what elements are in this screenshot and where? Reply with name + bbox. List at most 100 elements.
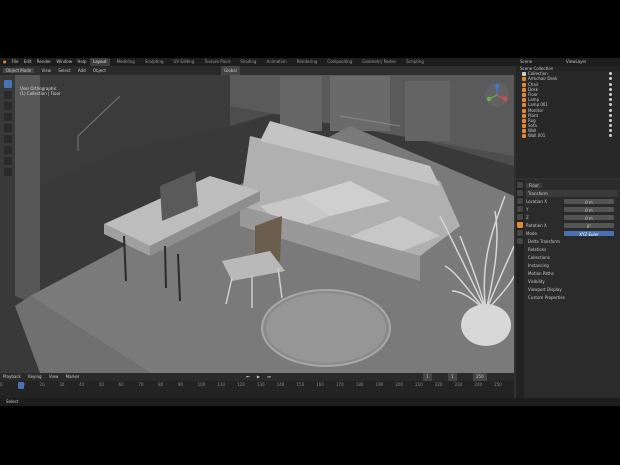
visibility-eye-icon[interactable] — [609, 124, 612, 128]
visibility-eye-icon[interactable] — [609, 103, 612, 107]
scene-selector[interactable]: Scene — [520, 58, 532, 66]
visibility-eye-icon[interactable] — [609, 77, 612, 81]
location-x-field[interactable]: 0 m — [564, 199, 614, 205]
visibility-eye-icon[interactable] — [609, 118, 612, 122]
visibility-eye-icon[interactable] — [609, 92, 612, 96]
current-frame-field[interactable]: 1 — [423, 373, 432, 381]
annotate-tool-icon[interactable] — [4, 146, 12, 154]
modifier-tab-icon[interactable] — [517, 230, 523, 236]
menu-object[interactable]: Object — [93, 68, 106, 73]
section-header[interactable]: Transform — [526, 190, 618, 197]
visibility-eye-icon[interactable] — [609, 98, 612, 102]
frame-tick: 200 — [395, 382, 403, 387]
rotate-tool-icon[interactable] — [4, 113, 12, 121]
section-header[interactable]: Collections — [526, 254, 618, 261]
measure-tool-icon[interactable] — [4, 157, 12, 165]
menu-view[interactable]: View — [41, 68, 51, 73]
tool-tab-icon[interactable] — [517, 182, 523, 188]
frame-ruler[interactable]: 0 10 20 30 40 50 60 70 80 90 100 110 120… — [0, 382, 514, 390]
rotation-x-field[interactable]: 0° — [564, 223, 614, 229]
menu-playback[interactable]: Playback — [3, 374, 21, 379]
visibility-eye-icon[interactable] — [609, 87, 612, 91]
visibility-eye-icon[interactable] — [609, 72, 612, 76]
render-tab-icon[interactable] — [517, 190, 523, 196]
menu-timeline-view[interactable]: View — [49, 374, 59, 379]
properties-panel: Floor Transform Location X0 m Y0 m Z0 m … — [516, 180, 620, 406]
outliner-item[interactable]: Wall.001 — [516, 133, 620, 139]
frame-tick: 170 — [336, 382, 344, 387]
properties-content: Floor Transform Location X0 m Y0 m Z0 m … — [526, 182, 618, 302]
select-tool-icon[interactable] — [4, 80, 12, 88]
playhead[interactable] — [18, 382, 24, 389]
frame-tick: 40 — [79, 382, 85, 387]
output-tab-icon[interactable] — [517, 198, 523, 204]
orientation-selector[interactable]: Global — [221, 66, 240, 75]
menu-add[interactable]: Add — [78, 68, 86, 73]
end-frame-field[interactable]: 250 — [473, 373, 487, 381]
menu-keying[interactable]: Keying — [28, 374, 41, 379]
menu-window[interactable]: Window — [56, 59, 72, 64]
start-frame-field[interactable]: 1 — [448, 373, 457, 381]
frame-tick: 70 — [138, 382, 144, 387]
cursor-tool-icon[interactable] — [4, 91, 12, 99]
3d-viewport[interactable]: Object Mode View Select Add Object Globa… — [0, 66, 514, 373]
tab-rendering[interactable]: Rendering — [294, 58, 320, 66]
play-icon[interactable]: ▶ — [257, 374, 260, 379]
menu-help[interactable]: Help — [77, 59, 86, 64]
tab-sculpting[interactable]: Sculpting — [142, 58, 167, 66]
location-z-field[interactable]: 0 m — [564, 215, 614, 221]
section-header[interactable]: Relations — [526, 246, 618, 253]
visibility-eye-icon[interactable] — [609, 82, 612, 86]
navigation-gizmo[interactable] — [484, 82, 510, 108]
object-tab-icon[interactable] — [517, 222, 523, 228]
transform-tool-icon[interactable] — [4, 135, 12, 143]
tab-uv-editing[interactable]: UV Editing — [171, 58, 198, 66]
tab-modeling[interactable]: Modeling — [114, 58, 138, 66]
frame-tick: 180 — [355, 382, 364, 387]
blender-logo-icon[interactable]: ● — [3, 59, 7, 64]
jump-start-icon[interactable]: ⏮ — [246, 374, 250, 379]
scene-tab-icon[interactable] — [517, 206, 523, 212]
add-cube-tool-icon[interactable] — [4, 168, 12, 176]
playback-controls: ⏮ ▶ ⏭ — [243, 373, 274, 381]
tab-scripting[interactable]: Scripting — [403, 58, 427, 66]
section-header[interactable]: Delta Transform — [526, 238, 618, 245]
section-header[interactable]: Motion Paths — [526, 270, 618, 277]
section-header[interactable]: Viewport Display — [526, 286, 618, 293]
tab-layout[interactable]: Layout — [90, 58, 110, 66]
move-tool-icon[interactable] — [4, 102, 12, 110]
workspace-tabs: Layout Modeling Sculpting UV Editing Tex… — [90, 58, 431, 66]
menu-select[interactable]: Select — [58, 68, 70, 73]
view-layer-selector[interactable]: ViewLayer — [566, 58, 587, 66]
mode-selector[interactable]: Object Mode — [3, 68, 35, 73]
visibility-eye-icon[interactable] — [609, 129, 612, 133]
jump-end-icon[interactable]: ⏭ — [267, 374, 271, 379]
visibility-eye-icon[interactable] — [609, 113, 612, 117]
section-header[interactable]: Visibility — [526, 278, 618, 285]
tab-animation[interactable]: Animation — [263, 58, 289, 66]
status-text: Select — [6, 399, 19, 404]
property-row: Z0 m — [526, 214, 618, 221]
frame-tick: 190 — [375, 382, 384, 387]
frame-tick: 160 — [316, 382, 324, 387]
location-y-field[interactable]: 0 m — [564, 207, 614, 213]
menu-render[interactable]: Render — [37, 59, 51, 64]
material-tab-icon[interactable] — [517, 238, 523, 244]
tab-compositing[interactable]: Compositing — [324, 58, 355, 66]
menu-marker[interactable]: Marker — [66, 374, 80, 379]
menu-file[interactable]: File — [12, 59, 19, 64]
frame-tick: 240 — [474, 382, 483, 387]
tab-geometry-nodes[interactable]: Geometry Nodes — [359, 58, 399, 66]
tab-shading[interactable]: Shading — [237, 58, 259, 66]
frame-tick: 20 — [39, 382, 45, 387]
tab-texture-paint[interactable]: Texture Paint — [201, 58, 233, 66]
rotation-mode-select[interactable]: XYZ Euler — [564, 231, 614, 237]
scale-tool-icon[interactable] — [4, 124, 12, 132]
object-name-field[interactable]: Floor — [526, 183, 542, 188]
section-header[interactable]: Instancing — [526, 262, 618, 269]
world-tab-icon[interactable] — [517, 214, 523, 220]
visibility-eye-icon[interactable] — [609, 108, 612, 112]
menu-edit[interactable]: Edit — [24, 59, 32, 64]
visibility-eye-icon[interactable] — [609, 134, 612, 138]
section-header[interactable]: Custom Properties — [526, 294, 618, 301]
